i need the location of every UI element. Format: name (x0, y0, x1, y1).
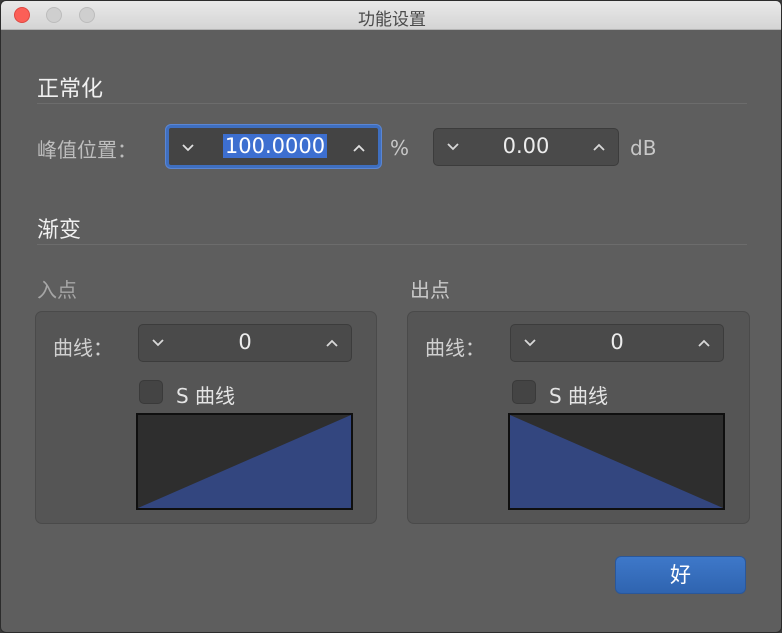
chevron-down-icon[interactable] (438, 129, 468, 163)
fade-out-curve-preview (508, 413, 725, 510)
fade-in-curve-value[interactable]: 0 (179, 325, 311, 359)
fade-in-title: 入点 (37, 278, 77, 302)
peak-db-stepper[interactable]: 0.00 (433, 128, 619, 166)
chevron-down-icon[interactable] (143, 325, 173, 359)
peak-position-label: 峰值位置： (37, 138, 137, 162)
fade-out-panel: 曲线： 0 S 曲线 (407, 311, 750, 524)
peak-percent-stepper[interactable]: 100.0000 (166, 125, 381, 168)
chevron-down-icon[interactable] (173, 128, 203, 165)
settings-window: 功能设置 正常化 峰值位置： 100.0000 % 0.00 dB 渐变 入点 … (0, 0, 782, 633)
fade-in-curve-label: 曲线： (53, 336, 113, 360)
chevron-up-icon[interactable] (344, 128, 374, 165)
fade-section-title: 渐变 (37, 218, 82, 243)
chevron-up-icon[interactable] (584, 129, 614, 163)
window-title: 功能设置 (358, 10, 426, 30)
fade-in-curve-shape (138, 415, 351, 508)
chevron-down-icon[interactable] (515, 325, 545, 359)
fade-in-s-curve-checkbox[interactable] (139, 380, 163, 404)
ok-button[interactable]: 好 (615, 556, 746, 594)
fade-in-curve-stepper[interactable]: 0 (138, 324, 352, 362)
chevron-up-icon[interactable] (317, 325, 347, 359)
peak-percent-value[interactable]: 100.0000 (213, 128, 337, 165)
fade-divider (37, 244, 747, 245)
fade-out-curve-shape (510, 415, 723, 508)
peak-percent-input[interactable]: 100.0000 (222, 134, 328, 158)
title-bar: 功能设置 (1, 1, 781, 30)
fade-out-curve-stepper[interactable]: 0 (510, 324, 724, 362)
db-unit-label: dB (630, 136, 657, 160)
fade-in-panel: 曲线： 0 S 曲线 (35, 311, 377, 524)
percent-unit-label: % (390, 136, 410, 160)
fade-out-s-curve-label: S 曲线 (549, 384, 609, 408)
fade-in-s-curve-label: S 曲线 (176, 384, 236, 408)
normalize-section-title: 正常化 (37, 77, 104, 102)
fade-out-s-curve-checkbox[interactable] (512, 380, 536, 404)
fade-out-curve-value[interactable]: 0 (551, 325, 683, 359)
fade-in-curve-preview (136, 413, 353, 510)
normalize-divider (37, 103, 747, 104)
peak-db-value[interactable]: 0.00 (474, 129, 578, 163)
fade-out-curve-label: 曲线： (425, 336, 485, 360)
fade-out-title: 出点 (410, 278, 450, 302)
chevron-up-icon[interactable] (689, 325, 719, 359)
